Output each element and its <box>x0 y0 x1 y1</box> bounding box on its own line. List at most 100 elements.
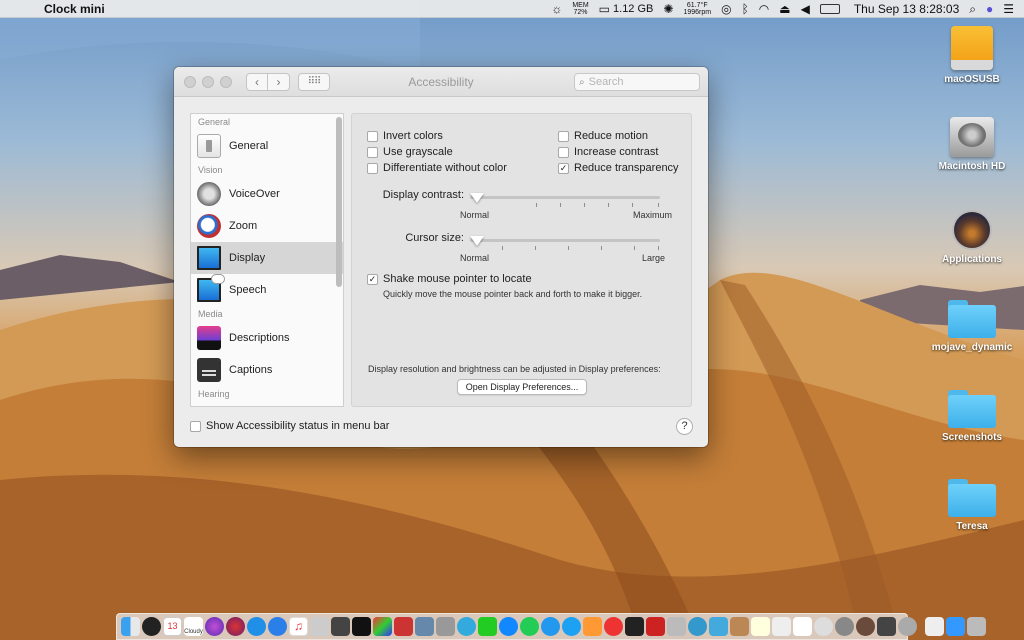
trash-icon[interactable] <box>967 617 986 636</box>
display-contrast-track[interactable] <box>470 196 660 199</box>
checkmark-icon[interactable]: ✓ <box>367 273 378 285</box>
cursor-size-track[interactable] <box>470 239 660 242</box>
checkbox-box[interactable] <box>558 130 569 142</box>
xcode-icon[interactable] <box>709 617 728 636</box>
back-button[interactable]: ‹ <box>246 72 268 91</box>
contacts-icon[interactable] <box>730 617 749 636</box>
memory-status[interactable]: MEM 72% <box>572 2 588 16</box>
search-input[interactable] <box>588 76 689 88</box>
sidebar-item-general[interactable]: General <box>191 130 343 162</box>
sidebar-item-zoom[interactable]: Zoom <box>191 210 343 242</box>
blocker-icon[interactable] <box>604 617 623 636</box>
disk-utility-icon[interactable] <box>814 617 833 636</box>
cursor-size-knob[interactable] <box>470 236 484 246</box>
whatsapp-icon[interactable] <box>520 617 539 636</box>
app-store-icon[interactable] <box>268 617 287 636</box>
eject-icon[interactable]: ⏏ <box>779 2 790 16</box>
reminders-icon[interactable] <box>793 617 812 636</box>
storage-status[interactable]: ▭ 1.12 GB <box>599 2 654 16</box>
calendar-icon[interactable]: 13 <box>163 617 182 636</box>
notes-icon[interactable] <box>751 617 770 636</box>
textedit-icon[interactable] <box>772 617 791 636</box>
search-field[interactable]: ⌕ <box>574 73 700 91</box>
sidebar-item-speech[interactable]: Speech <box>191 274 343 306</box>
notification-center-icon[interactable]: ☰ <box>1003 2 1014 16</box>
desktop-icon-macosusb[interactable]: macOSUSB <box>927 26 1017 85</box>
sidebar-item-voiceover[interactable]: VoiceOver <box>191 178 343 210</box>
desktop-icon-teresa[interactable]: Teresa <box>927 479 1017 532</box>
twitter-icon[interactable] <box>562 617 581 636</box>
desktop-icon-screenshots[interactable]: Screenshots <box>927 390 1017 443</box>
photo-booth-icon[interactable] <box>394 617 413 636</box>
launchpad-icon[interactable] <box>310 617 329 636</box>
differentiate-without-color-checkbox[interactable]: Differentiate without color <box>367 162 507 174</box>
remote-desktop-icon[interactable] <box>667 617 686 636</box>
reduce-motion-checkbox[interactable]: Reduce motion <box>558 130 648 142</box>
safari-icon[interactable] <box>247 617 266 636</box>
cpu-icon[interactable]: ✺ <box>663 2 673 16</box>
messages-icon[interactable] <box>457 617 476 636</box>
documents-stack-icon[interactable] <box>946 617 965 636</box>
close-button[interactable] <box>184 75 196 88</box>
image-capture-icon[interactable] <box>436 617 455 636</box>
app-menu-name[interactable]: Clock mini <box>44 2 105 16</box>
itunes-icon[interactable] <box>205 617 224 636</box>
clock-icon[interactable] <box>142 617 161 636</box>
brightness-icon[interactable]: ☼ <box>551 2 562 16</box>
help-button[interactable]: ? <box>676 418 693 435</box>
increase-contrast-checkbox[interactable]: Increase contrast <box>558 146 658 158</box>
mojave-installer-icon[interactable] <box>856 617 875 636</box>
zoom-button[interactable] <box>220 75 232 88</box>
battery-icon[interactable] <box>819 3 840 14</box>
shake-to-locate-checkbox[interactable]: ✓ Shake mouse pointer to locate <box>367 273 532 285</box>
sidebar-item-captions[interactable]: Captions <box>191 354 343 386</box>
forward-button[interactable]: › <box>268 72 290 91</box>
sensor-status[interactable]: 61.7°F 1996rpm <box>683 2 711 16</box>
messenger-icon[interactable] <box>499 617 518 636</box>
sidebar-item-display[interactable]: Display <box>191 242 343 274</box>
sidebar-scrollbar[interactable] <box>336 117 342 287</box>
wifi-icon[interactable]: ◠ <box>759 2 769 16</box>
minimize-button[interactable] <box>202 75 214 88</box>
title-bar[interactable]: ‹ › ⠿⠿ Accessibility ⌕ <box>174 67 708 97</box>
time-machine-icon[interactable] <box>898 617 917 636</box>
menu-clock[interactable]: Thu Sep 13 8:28:03 <box>854 2 959 16</box>
weather-icon[interactable]: Cloudy <box>184 617 203 636</box>
checkbox-box[interactable] <box>190 420 201 432</box>
checkbox-box[interactable] <box>367 130 378 142</box>
volume-icon[interactable]: ◀ <box>801 2 810 16</box>
checkmark-icon[interactable]: ✓ <box>558 162 569 174</box>
system-preferences-icon[interactable] <box>331 617 350 636</box>
spotlight-search-icon[interactable]: ⌕ <box>969 2 976 16</box>
checkbox-box[interactable] <box>558 146 569 158</box>
terminal-icon[interactable] <box>625 617 644 636</box>
display-contrast-knob[interactable] <box>470 193 484 203</box>
siri-dock-icon[interactable] <box>226 617 245 636</box>
reduce-transparency-checkbox[interactable]: ✓ Reduce transparency <box>558 162 679 174</box>
show-all-button[interactable]: ⠿⠿ <box>298 72 330 91</box>
music-icon[interactable]: ♫ <box>289 617 308 636</box>
quicktime-icon[interactable] <box>688 617 707 636</box>
accessibility-dock-icon[interactable] <box>835 617 854 636</box>
preview-icon[interactable] <box>415 617 434 636</box>
finder-icon[interactable] <box>121 617 140 636</box>
bluetooth-icon[interactable]: ᛒ <box>742 2 749 16</box>
use-grayscale-checkbox[interactable]: Use grayscale <box>367 146 453 158</box>
activity-monitor-icon[interactable] <box>352 617 371 636</box>
downloads-stack-icon[interactable] <box>925 617 944 636</box>
desktop-icon-macintosh-hd[interactable]: Macintosh HD <box>927 117 1017 172</box>
desktop-icon-applications[interactable]: Applications <box>927 210 1017 265</box>
flipboard-icon[interactable] <box>646 617 665 636</box>
checkbox-box[interactable] <box>367 146 378 158</box>
checkbox-box[interactable] <box>367 162 378 174</box>
open-display-preferences-button[interactable]: Open Display Preferences... <box>457 379 587 395</box>
sidebar-item-descriptions[interactable]: Descriptions <box>191 322 343 354</box>
facetime-icon[interactable] <box>478 617 497 636</box>
globe-icon[interactable]: ◎ <box>721 2 731 16</box>
invert-colors-checkbox[interactable]: Invert colors <box>367 130 443 142</box>
home-icon[interactable] <box>583 617 602 636</box>
chess-icon[interactable] <box>877 617 896 636</box>
telegram-icon[interactable] <box>541 617 560 636</box>
desktop-icon-mojave-dynamic[interactable]: mojave_dynamic <box>927 300 1017 353</box>
siri-icon[interactable]: ● <box>986 2 993 16</box>
